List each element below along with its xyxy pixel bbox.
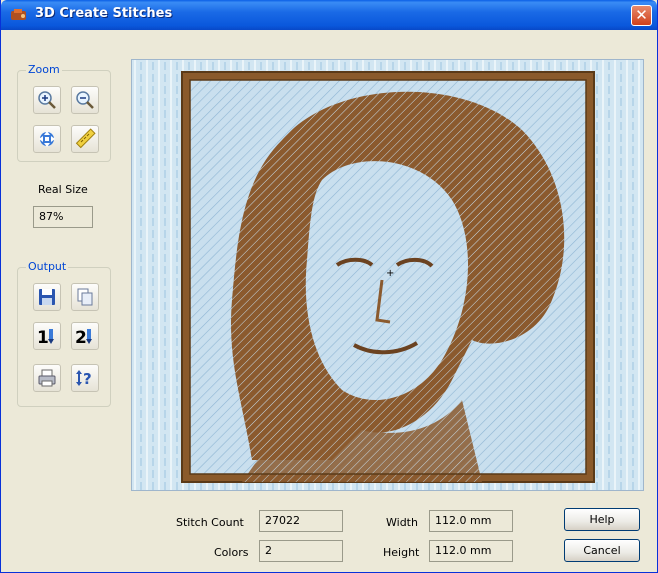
info-icon: ? bbox=[76, 370, 92, 388]
window-title: 3D Create Stitches bbox=[35, 6, 173, 21]
svg-text:2: 2 bbox=[75, 328, 87, 347]
ruler-icon bbox=[75, 128, 96, 149]
close-icon: ✕ bbox=[635, 6, 648, 24]
zoom-in-button[interactable] bbox=[33, 86, 61, 114]
svg-text:?: ? bbox=[83, 370, 92, 388]
height-label: Height bbox=[383, 546, 420, 559]
svg-text:+: + bbox=[386, 268, 394, 279]
title-bar[interactable]: 3D Create Stitches ✕ bbox=[1, 0, 657, 30]
colors-label: Colors bbox=[214, 546, 249, 559]
stitch-count-label: Stitch Count bbox=[176, 516, 244, 529]
dialog-window: 3D Create Stitches ✕ Zoom Real Size 87% … bbox=[0, 0, 658, 573]
colors-field: 2 bbox=[259, 540, 343, 562]
stitch-preview[interactable]: + bbox=[131, 59, 644, 491]
svg-text:1: 1 bbox=[37, 328, 49, 347]
hoop-2-button[interactable]: 2 bbox=[71, 322, 99, 350]
close-button[interactable]: ✕ bbox=[631, 5, 652, 26]
fit-to-window-button[interactable] bbox=[33, 125, 61, 153]
stitch-preview-image: + bbox=[132, 60, 643, 490]
fit-icon bbox=[39, 131, 55, 147]
width-label: Width bbox=[386, 516, 418, 529]
hoop-2-icon: 2 bbox=[75, 328, 92, 347]
zoom-group-label: Zoom bbox=[26, 63, 62, 76]
zoom-out-button[interactable] bbox=[71, 86, 99, 114]
measure-button[interactable] bbox=[71, 125, 99, 153]
copy-button[interactable] bbox=[71, 283, 99, 311]
width-field: 112.0 mm bbox=[429, 510, 513, 532]
height-field: 112.0 mm bbox=[429, 540, 513, 562]
output-group-label: Output bbox=[26, 260, 69, 273]
save-icon bbox=[39, 289, 55, 305]
save-button[interactable] bbox=[33, 283, 61, 311]
zoom-out-icon bbox=[76, 91, 94, 109]
cancel-button[interactable]: Cancel bbox=[564, 539, 640, 562]
zoom-in-icon bbox=[38, 91, 56, 109]
help-button[interactable]: Help bbox=[564, 508, 640, 531]
stitch-count-field: 27022 bbox=[259, 510, 343, 532]
info-button[interactable]: ? bbox=[71, 364, 99, 392]
print-icon bbox=[38, 369, 56, 387]
real-size-field: 87% bbox=[33, 206, 93, 228]
copy-icon bbox=[77, 288, 93, 306]
print-button[interactable] bbox=[33, 364, 61, 392]
hoop-1-icon: 1 bbox=[37, 328, 54, 347]
real-size-label: Real Size bbox=[38, 183, 88, 196]
app-icon bbox=[11, 9, 26, 20]
hoop-1-button[interactable]: 1 bbox=[33, 322, 61, 350]
